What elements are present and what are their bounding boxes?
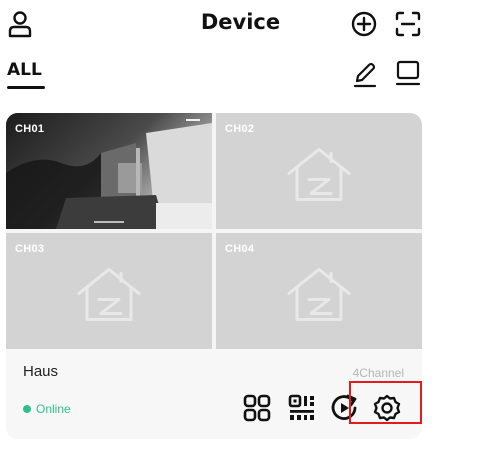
- grid-view-icon[interactable]: [243, 394, 271, 422]
- channel-tile-ch04[interactable]: CH04: [216, 233, 422, 349]
- channel-label: CH03: [15, 243, 45, 255]
- channel-tile-ch01[interactable]: CH01: [6, 113, 212, 229]
- tab-bar: ALL: [0, 52, 481, 96]
- top-bar: Device: [0, 0, 481, 50]
- channel-label: CH04: [225, 243, 255, 255]
- qr-code-icon[interactable]: [288, 394, 316, 422]
- tab-all[interactable]: ALL: [7, 60, 42, 80]
- status-text: Online: [36, 402, 71, 416]
- house-placeholder-icon: [287, 147, 351, 201]
- channel-tile-ch03[interactable]: CH03: [6, 233, 212, 349]
- settings-highlight-box: [349, 381, 422, 424]
- scan-icon[interactable]: [394, 10, 422, 38]
- house-placeholder-icon: [77, 267, 141, 321]
- status-badge: Online: [23, 402, 71, 416]
- house-placeholder-icon: [287, 267, 351, 321]
- tab-active-indicator: [7, 86, 45, 89]
- channel-count: 4Channel: [352, 366, 404, 380]
- channel-label: CH01: [15, 123, 45, 135]
- channel-label: CH02: [225, 123, 255, 135]
- channel-tile-ch02[interactable]: CH02: [216, 113, 422, 229]
- status-dot: [23, 405, 31, 413]
- add-circle-icon[interactable]: [350, 10, 378, 38]
- layout-icon[interactable]: [394, 59, 422, 87]
- channel-grid: CH01 CH02 CH03 CH04: [6, 113, 422, 349]
- device-name: Haus: [23, 363, 59, 380]
- edit-icon[interactable]: [352, 60, 378, 88]
